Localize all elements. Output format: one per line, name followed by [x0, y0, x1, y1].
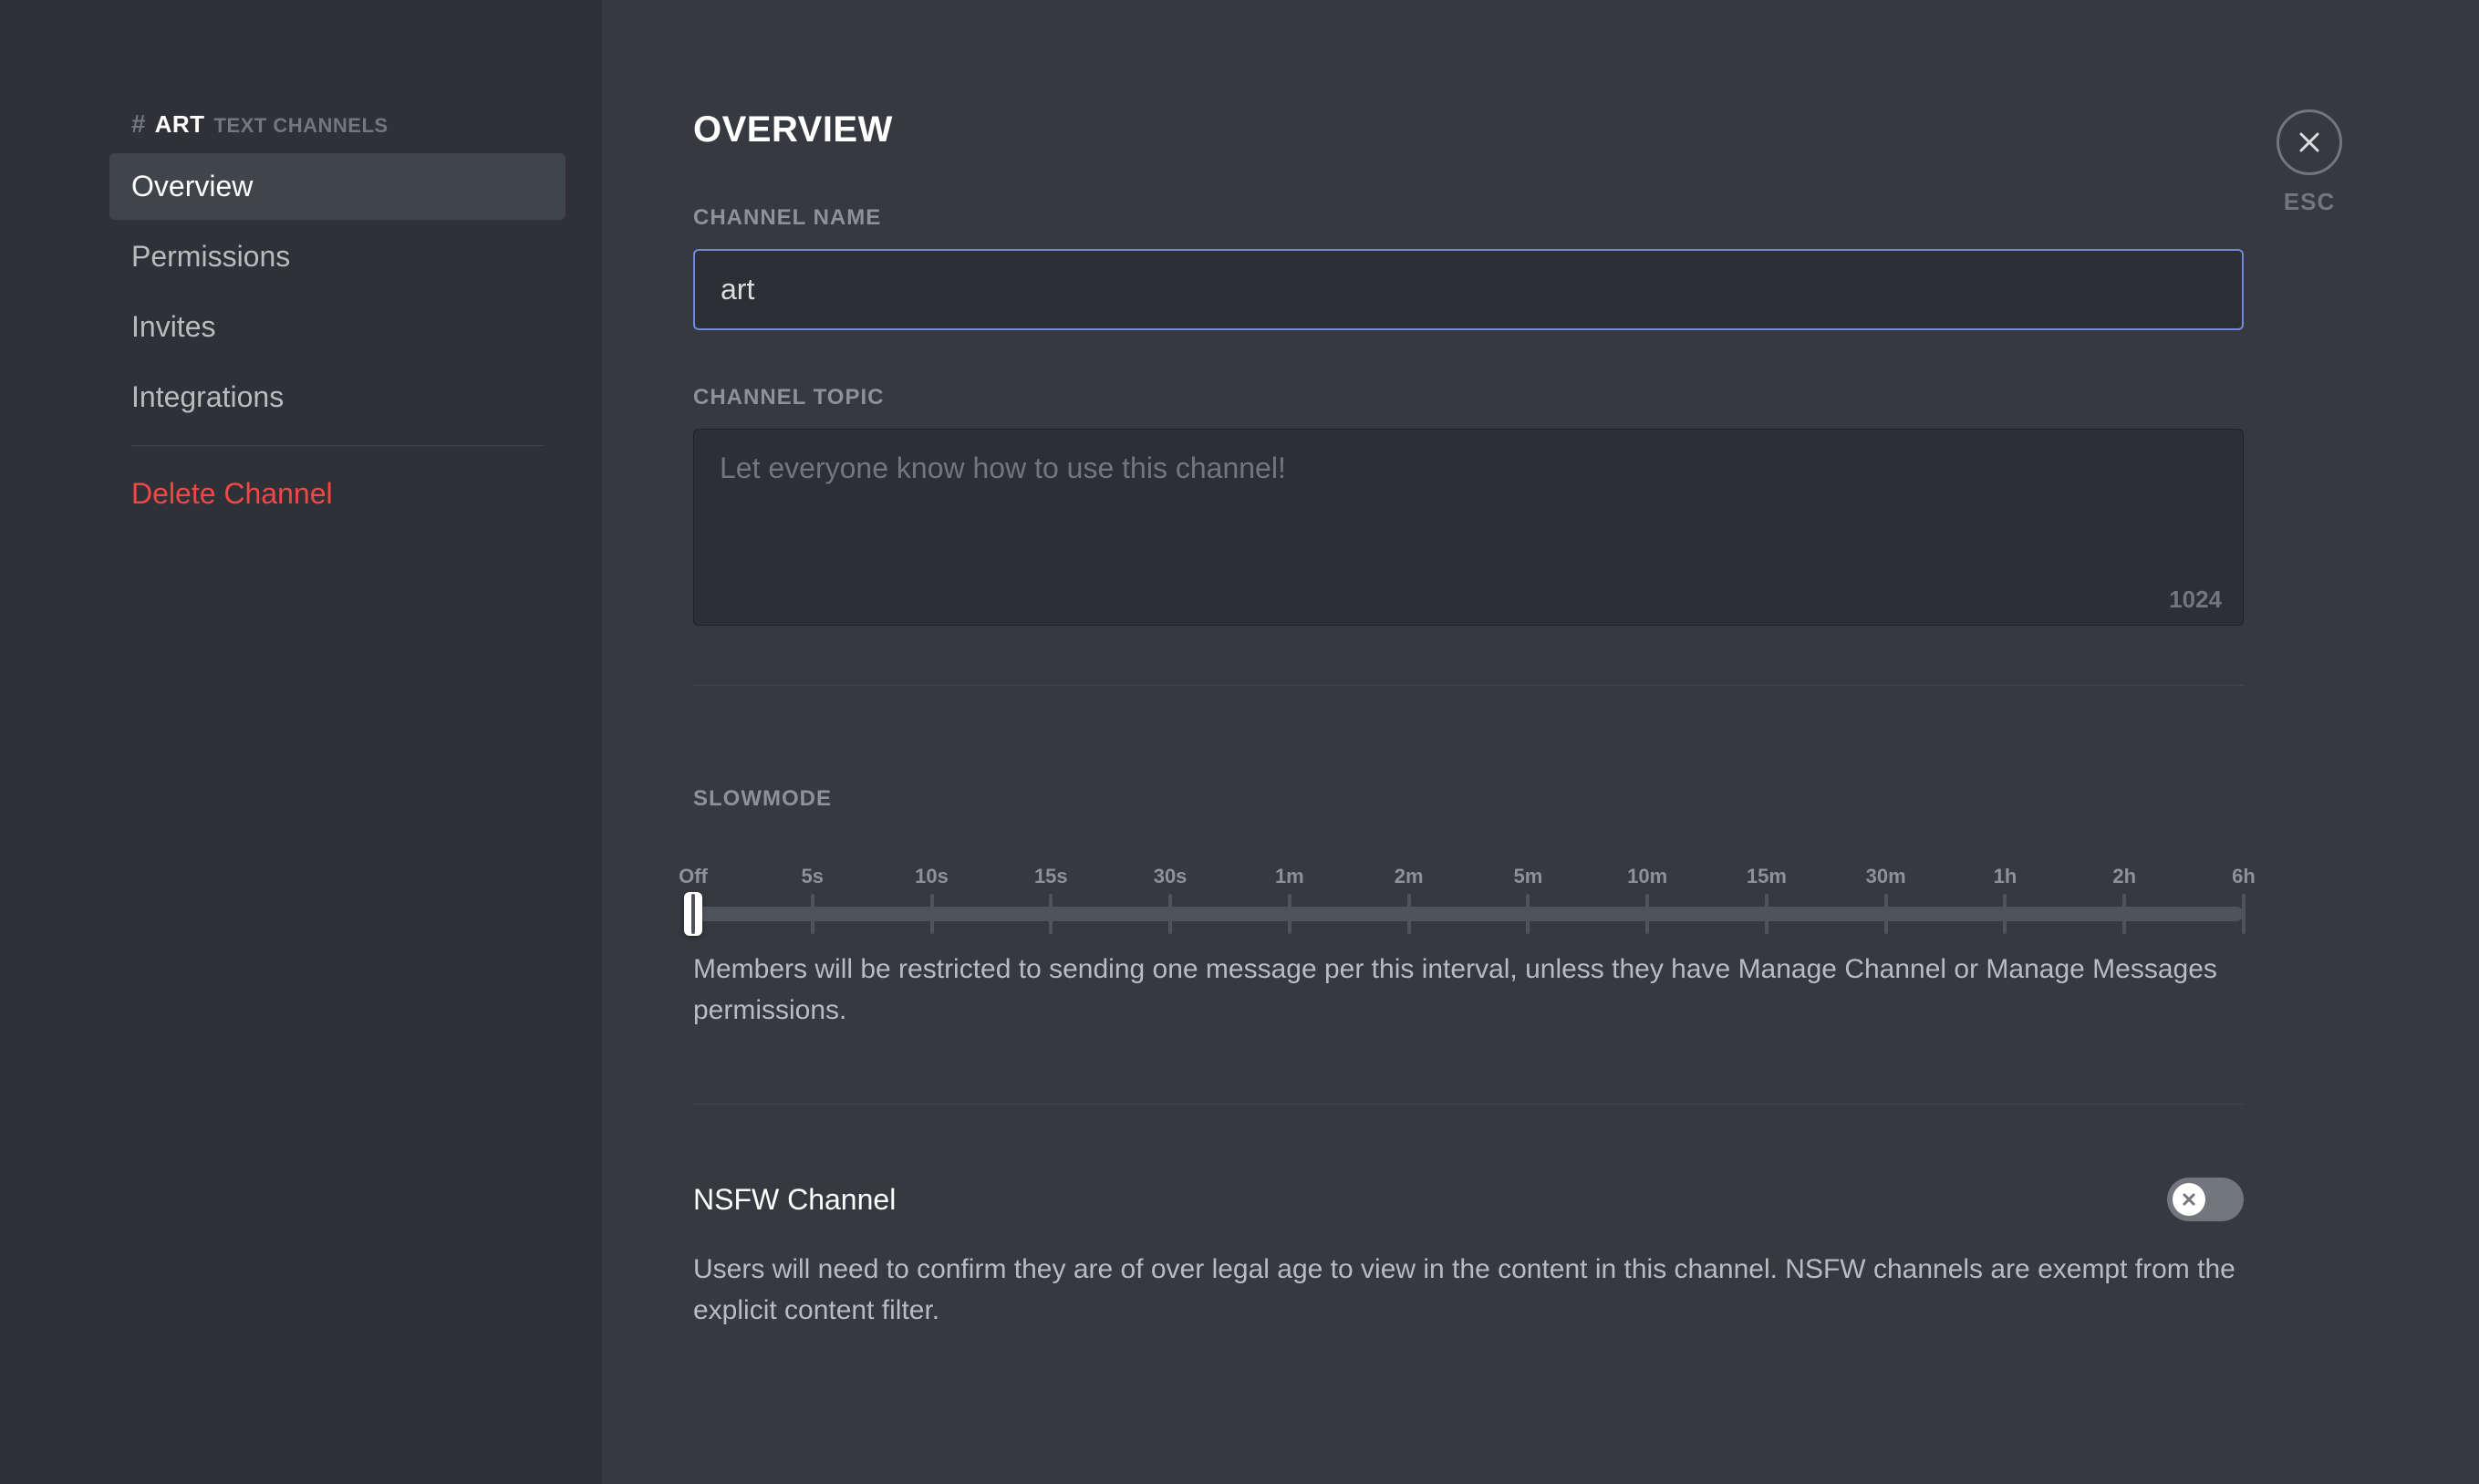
slider-tick-label: 2h	[2112, 865, 2136, 888]
char-count: 1024	[2169, 586, 2222, 614]
sidebar-divider	[131, 445, 544, 446]
channel-name-label: CHANNEL NAME	[693, 205, 2244, 231]
main-content: OVERVIEW CHANNEL NAME CHANNEL TOPIC 1024…	[602, 0, 2479, 1484]
slider-tick	[1884, 894, 1888, 934]
close-button[interactable]: ESC	[2277, 109, 2342, 216]
sidebar-item-permissions[interactable]: Permissions	[109, 223, 565, 290]
close-circle	[2277, 109, 2342, 175]
slider-tick-label: Off	[679, 865, 708, 888]
sidebar-item-label: Permissions	[131, 240, 290, 273]
slider-tick-label: 10s	[915, 865, 949, 888]
sidebar: # ART TEXT CHANNELS Overview Permissions…	[0, 0, 602, 1484]
sidebar-item-integrations[interactable]: Integrations	[109, 364, 565, 431]
slowmode-description: Members will be restricted to sending on…	[693, 949, 2244, 1031]
sidebar-item-delete-channel[interactable]: Delete Channel	[109, 461, 565, 527]
nsfw-description: Users will need to confirm they are of o…	[693, 1249, 2244, 1331]
sidebar-item-overview[interactable]: Overview	[109, 153, 565, 220]
slider-tick-label: 15m	[1747, 865, 1787, 888]
slider-tick-label: 15s	[1034, 865, 1068, 888]
slider-tick	[1407, 894, 1411, 934]
sidebar-item-invites[interactable]: Invites	[109, 294, 565, 360]
sidebar-channel-name: ART	[155, 110, 205, 139]
section-divider	[693, 685, 2244, 686]
close-icon	[2296, 129, 2323, 156]
slider-tick	[1049, 894, 1053, 934]
nsfw-toggle[interactable]	[2167, 1178, 2244, 1221]
slider-tick-label: 6h	[2232, 865, 2256, 888]
hash-icon: #	[131, 109, 146, 139]
slider-tick-label: 30m	[1866, 865, 1906, 888]
slider-tick-label: 1h	[1994, 865, 2017, 888]
slider-tick	[1288, 894, 1291, 934]
esc-label: ESC	[2284, 188, 2335, 216]
slider-tick	[691, 894, 695, 934]
slider-tick-label: 30s	[1154, 865, 1188, 888]
channel-name-input[interactable]	[693, 249, 2244, 330]
slider-tick	[2003, 894, 2007, 934]
nsfw-label: NSFW Channel	[693, 1183, 896, 1217]
sidebar-item-label: Invites	[131, 310, 215, 343]
slider-tick-label: 10m	[1627, 865, 1667, 888]
channel-topic-label: CHANNEL TOPIC	[693, 385, 2244, 410]
slowmode-slider[interactable]: Off5s10s15s30s1m2m5m10m15m30m1h2h6h	[693, 830, 2244, 912]
section-divider	[693, 1104, 2244, 1105]
slider-tick	[1526, 894, 1530, 934]
slider-tick	[2122, 894, 2126, 934]
toggle-knob	[2173, 1183, 2205, 1216]
slider-tick	[1645, 894, 1649, 934]
slider-tick	[930, 894, 934, 934]
channel-topic-input[interactable]	[693, 429, 2244, 626]
slider-tick	[1765, 894, 1768, 934]
slowmode-label: SLOWMODE	[693, 786, 2244, 812]
page-title: OVERVIEW	[693, 109, 2244, 150]
sidebar-item-label: Overview	[131, 170, 253, 202]
sidebar-item-label: Integrations	[131, 380, 284, 413]
slider-tick-label: 5s	[802, 865, 824, 888]
toggle-x-icon	[2180, 1190, 2198, 1209]
slider-tick	[1168, 894, 1172, 934]
slider-tick-label: 5m	[1513, 865, 1542, 888]
sidebar-header: # ART TEXT CHANNELS	[109, 109, 565, 153]
sidebar-item-label: Delete Channel	[131, 477, 333, 510]
slider-tick	[2242, 894, 2246, 934]
sidebar-channel-category: TEXT CHANNELS	[214, 114, 389, 138]
slider-tick	[811, 894, 814, 934]
slider-tick-label: 1m	[1275, 865, 1304, 888]
slider-tick-label: 2m	[1395, 865, 1424, 888]
